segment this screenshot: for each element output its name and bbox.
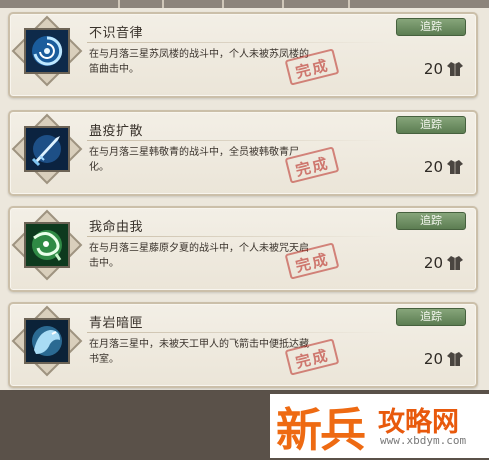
- track-button[interactable]: 追踪: [396, 116, 466, 134]
- quest-title: 我命由我: [89, 220, 144, 235]
- quest-card: 我命由我 在与月落三星藤原夕夏的战斗中，个人未被咒天启击中。 完成 追踪 20: [8, 206, 478, 292]
- top-border: [0, 0, 489, 8]
- reward: 20: [424, 60, 464, 78]
- reward-amount: 20: [423, 158, 443, 176]
- coat-icon: [446, 60, 464, 78]
- quest-title: 青岩暗匣: [89, 316, 144, 331]
- reward: 20: [424, 254, 464, 272]
- reward-amount: 20: [423, 254, 443, 272]
- quest-description: 在与月落三星藤原夕夏的战斗中，个人未被咒天启击中。: [89, 243, 309, 269]
- reward-amount: 20: [423, 350, 443, 368]
- quest-card: 不识音律 在与月落三星苏凤楼的战斗中，个人未被苏凤楼的笛曲击中。 完成 追踪 2…: [8, 12, 478, 98]
- watermark-url: www.xbdym.com: [380, 434, 467, 447]
- reward: 20: [424, 350, 464, 368]
- divider: [87, 236, 387, 237]
- reward: 20: [424, 158, 464, 176]
- blue-sword-icon: [24, 126, 70, 172]
- quest-title: 不识音律: [89, 26, 144, 41]
- divider: [87, 42, 387, 43]
- reward-amount: 20: [423, 60, 443, 78]
- track-button[interactable]: 追踪: [396, 308, 466, 326]
- blue-vortex-icon: [24, 28, 70, 74]
- track-button[interactable]: 追踪: [396, 212, 466, 230]
- site-watermark: 新兵 攻略网 www.xbdym.com: [270, 394, 489, 458]
- divider: [87, 332, 387, 333]
- quest-description: 在与月落三星韩敬青的战斗中，全员被韩敬青尸化。: [89, 147, 299, 173]
- achievement-panel: 不识音律 在与月落三星苏凤楼的战斗中，个人未被苏凤楼的笛曲击中。 完成 追踪 2…: [0, 0, 489, 390]
- coat-icon: [446, 350, 464, 368]
- coat-icon: [446, 254, 464, 272]
- blue-beast-icon: [24, 318, 70, 364]
- divider: [87, 140, 387, 141]
- quest-title: 蛊疫扩散: [89, 124, 144, 139]
- track-button[interactable]: 追踪: [396, 18, 466, 36]
- green-swirl-icon: [24, 222, 70, 268]
- quest-card: 青岩暗匣 在月落三星中，未被天工甲人的飞箭击中便抵达藏书室。 完成 追踪 20: [8, 302, 478, 388]
- watermark-brand: 新兵: [276, 403, 366, 457]
- quest-card: 蛊疫扩散 在与月落三星韩敬青的战斗中，全员被韩敬青尸化。 完成 追踪 20: [8, 110, 478, 196]
- coat-icon: [446, 158, 464, 176]
- quest-description: 在与月落三星苏凤楼的战斗中，个人未被苏凤楼的笛曲击中。: [89, 49, 309, 75]
- quest-description: 在月落三星中，未被天工甲人的飞箭击中便抵达藏书室。: [89, 339, 309, 365]
